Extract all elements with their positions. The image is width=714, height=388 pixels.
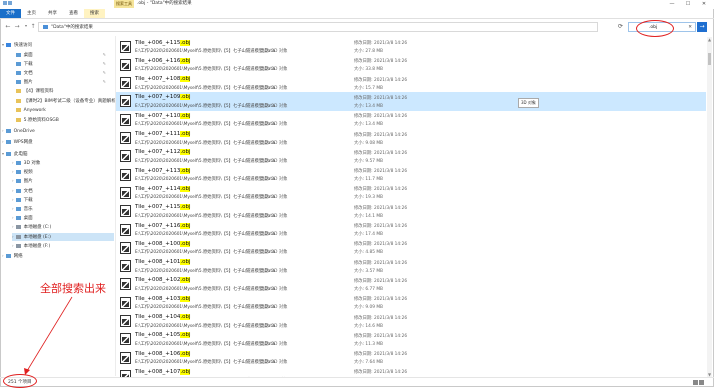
annotation-arrow [24, 296, 73, 375]
